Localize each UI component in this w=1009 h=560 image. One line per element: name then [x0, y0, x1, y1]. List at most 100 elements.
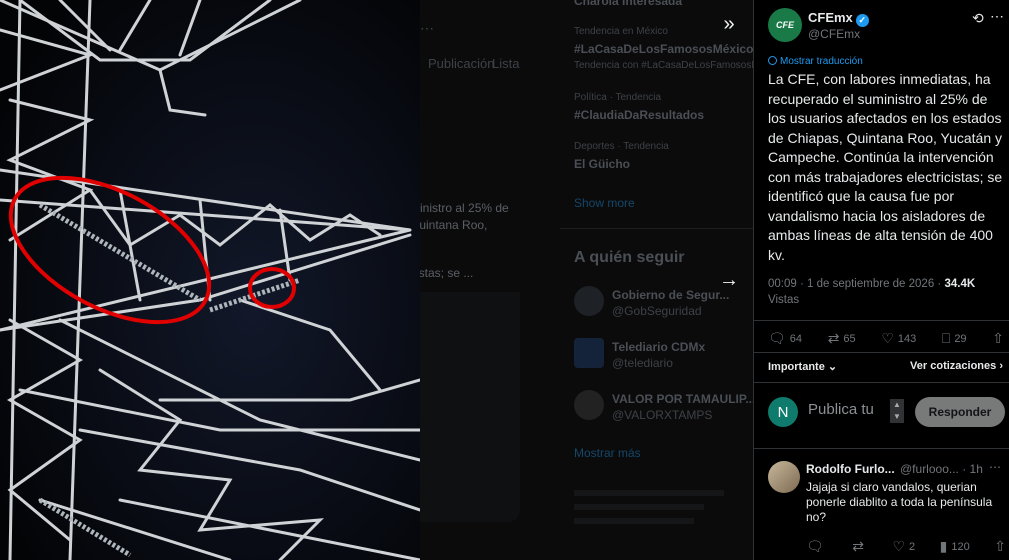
divider [754, 448, 1009, 449]
next-image-arrow-icon[interactable]: → [713, 264, 745, 296]
media-viewer: Publicación Lista ⋯ ministro al 25% de Q… [0, 0, 1009, 560]
suggestion-handle-1: @GobSeguridad [612, 304, 702, 318]
transmission-tower-image [0, 0, 420, 560]
partial-line-3: cistas; se ... [420, 266, 474, 280]
comment-actions: 🗨 ⇄ ♡ 2 ▮ 120 ⇧ [806, 538, 1006, 555]
comment-view-count: 120 [951, 540, 970, 553]
reply-count: 64 [789, 332, 803, 345]
tweet-actions: 🗨 64 ⇄ 65 ♡ 143 ⎕ 29 ⇧ [768, 330, 1004, 347]
bookmark-button[interactable]: ⎕ 29 [942, 330, 967, 347]
sort-dropdown[interactable]: Importante ⌄ [768, 360, 837, 373]
suggestion-handle-2: @telediario [612, 356, 673, 370]
tweet-text: La CFE, con labores inmediatas, ha recup… [768, 71, 1003, 263]
comment-like-count: 2 [909, 540, 916, 553]
heart-icon: ♡ [892, 538, 906, 554]
repost-button[interactable]: ⇄ 65 [828, 330, 856, 347]
tweet-detail-panel: CFE CFEmx ✓ @CFEmx ⟲ ⋯ Mostrar traducción… [753, 0, 1009, 560]
tweet-timestamp[interactable]: 00:09 · 1 de septiembre de 2026 · [768, 278, 941, 290]
responder-label: Responder [928, 405, 992, 419]
partial-media-thumb [420, 292, 520, 522]
view-quotes-label: Ver cotizaciones [910, 360, 997, 372]
reply-composer: N ▲▼ Responder [768, 395, 1005, 429]
bookmark-count: 29 [954, 332, 967, 345]
more-icon-dim: ⋯ [420, 20, 434, 36]
share-button[interactable]: ⇧ [992, 330, 1004, 347]
views-label: Vistas [768, 294, 800, 306]
author-name-text: CFEmx [808, 10, 853, 25]
sidebar-divider [560, 228, 753, 229]
trend-tag-2[interactable]: #ClaudiaDaResultados [574, 108, 704, 122]
grok-icon[interactable]: ⟲ [972, 10, 984, 27]
translate-icon [768, 56, 777, 65]
translate-label: Mostrar traducción [780, 56, 863, 67]
comment-like-button[interactable]: ♡ 2 [892, 538, 915, 555]
tweet-meta: 00:09 · 1 de septiembre de 2026 · 34.4K [768, 278, 975, 290]
chevron-down-icon: ⌄ [827, 361, 838, 373]
show-translation-link[interactable]: Mostrar traducción [768, 56, 863, 67]
suggestion-avatar-1 [574, 286, 604, 316]
trend-sub-1: Tendencia con #LaCasaDeLosFamososMéxico [574, 60, 753, 71]
who-to-follow-title: A quién seguir [574, 249, 685, 266]
responder-button[interactable]: Responder [915, 397, 1005, 427]
suggestion-name-1[interactable]: Gobierno de Segur... [612, 288, 729, 302]
comment-views[interactable]: ▮ 120 [940, 538, 970, 555]
trend-tag-1[interactable]: #LaCasaDeLosFamososMéxico [574, 42, 753, 56]
divider [754, 352, 1009, 353]
trend-context-3: Deportes · Tendencia [574, 141, 669, 152]
suggestion-handle-3: @VALORXTAMPS [612, 408, 713, 422]
more-options-icon[interactable]: ⋯ [990, 8, 1004, 25]
suggestion-avatar-2 [574, 338, 604, 368]
comment-repost-button[interactable]: ⇄ [852, 538, 868, 555]
commenter-handle[interactable]: @furlooo... · 1h [900, 462, 983, 476]
trend-context-1: Tendencia en México [574, 26, 668, 37]
verified-badge-icon: ✓ [855, 14, 869, 27]
divider [754, 320, 1009, 321]
mostrar-mas-link[interactable]: Mostrar más [574, 446, 641, 460]
background-timeline: Publicación Lista ⋯ ministro al 25% de Q… [420, 0, 753, 560]
like-button[interactable]: ♡ 143 [881, 330, 916, 347]
commenter-avatar[interactable] [768, 461, 800, 493]
tower-photo[interactable] [0, 0, 420, 560]
repost-icon: ⇄ [827, 330, 840, 346]
bookmark-icon: ⎕ [941, 330, 951, 346]
view-count: 34.4K [944, 278, 976, 290]
footer-links [574, 490, 734, 560]
divider [754, 382, 1009, 383]
suggestion-avatar-3 [574, 390, 604, 420]
reply-input[interactable] [808, 401, 888, 418]
commenter-name[interactable]: Rodolfo Furlo... [806, 462, 895, 476]
publicacion-label: Publicación [428, 56, 495, 71]
share-icon: ⇧ [992, 330, 1004, 346]
trend-tag-3[interactable]: El Güicho [574, 157, 630, 171]
comment-reply-button[interactable]: 🗨 [806, 538, 828, 555]
reply-scroll-stepper[interactable]: ▲ ▼ [890, 399, 904, 423]
reply-icon: 🗨 [806, 538, 824, 554]
comment-text: Jajaja si claro vandalos, querian ponerl… [806, 480, 993, 524]
suggestion-name-3[interactable]: VALOR POR TAMAULIP... [612, 392, 753, 406]
collapse-panel-icon[interactable]: » [713, 8, 745, 40]
chevron-right-icon: › [999, 360, 1003, 372]
author-handle[interactable]: @CFEmx [808, 27, 860, 41]
lista-label: Lista [492, 56, 520, 71]
partial-line-1: ministro al 25% de [420, 201, 509, 215]
avatar-logo-text: CFE [776, 20, 794, 30]
comment-more-icon[interactable]: ⋯ [989, 460, 1001, 474]
repost-count: 65 [843, 332, 856, 345]
sort-label: Importante [768, 361, 825, 373]
reply-button[interactable]: 🗨 64 [768, 330, 802, 347]
show-more-link[interactable]: Show more [574, 196, 635, 210]
user-avatar[interactable]: N [768, 397, 798, 427]
trend-context-2: Política · Tendencia [574, 92, 662, 103]
suggestion-name-2[interactable]: Telediario CDMx [612, 340, 705, 354]
like-count: 143 [897, 332, 917, 345]
partial-line-2: Quintana Roo, [420, 218, 488, 232]
author-name[interactable]: CFEmx ✓ [808, 10, 869, 27]
comment-share-button[interactable]: ⇧ [994, 538, 1006, 555]
share-icon: ⇧ [994, 538, 1006, 554]
reply-icon: 🗨 [768, 330, 786, 346]
trends-header: Charola Interesada [574, 0, 683, 8]
view-quotes-link[interactable]: Ver cotizaciones › [910, 360, 1003, 372]
author-avatar[interactable]: CFE [768, 8, 802, 42]
repost-icon: ⇄ [852, 538, 864, 554]
heart-icon: ♡ [881, 330, 894, 346]
